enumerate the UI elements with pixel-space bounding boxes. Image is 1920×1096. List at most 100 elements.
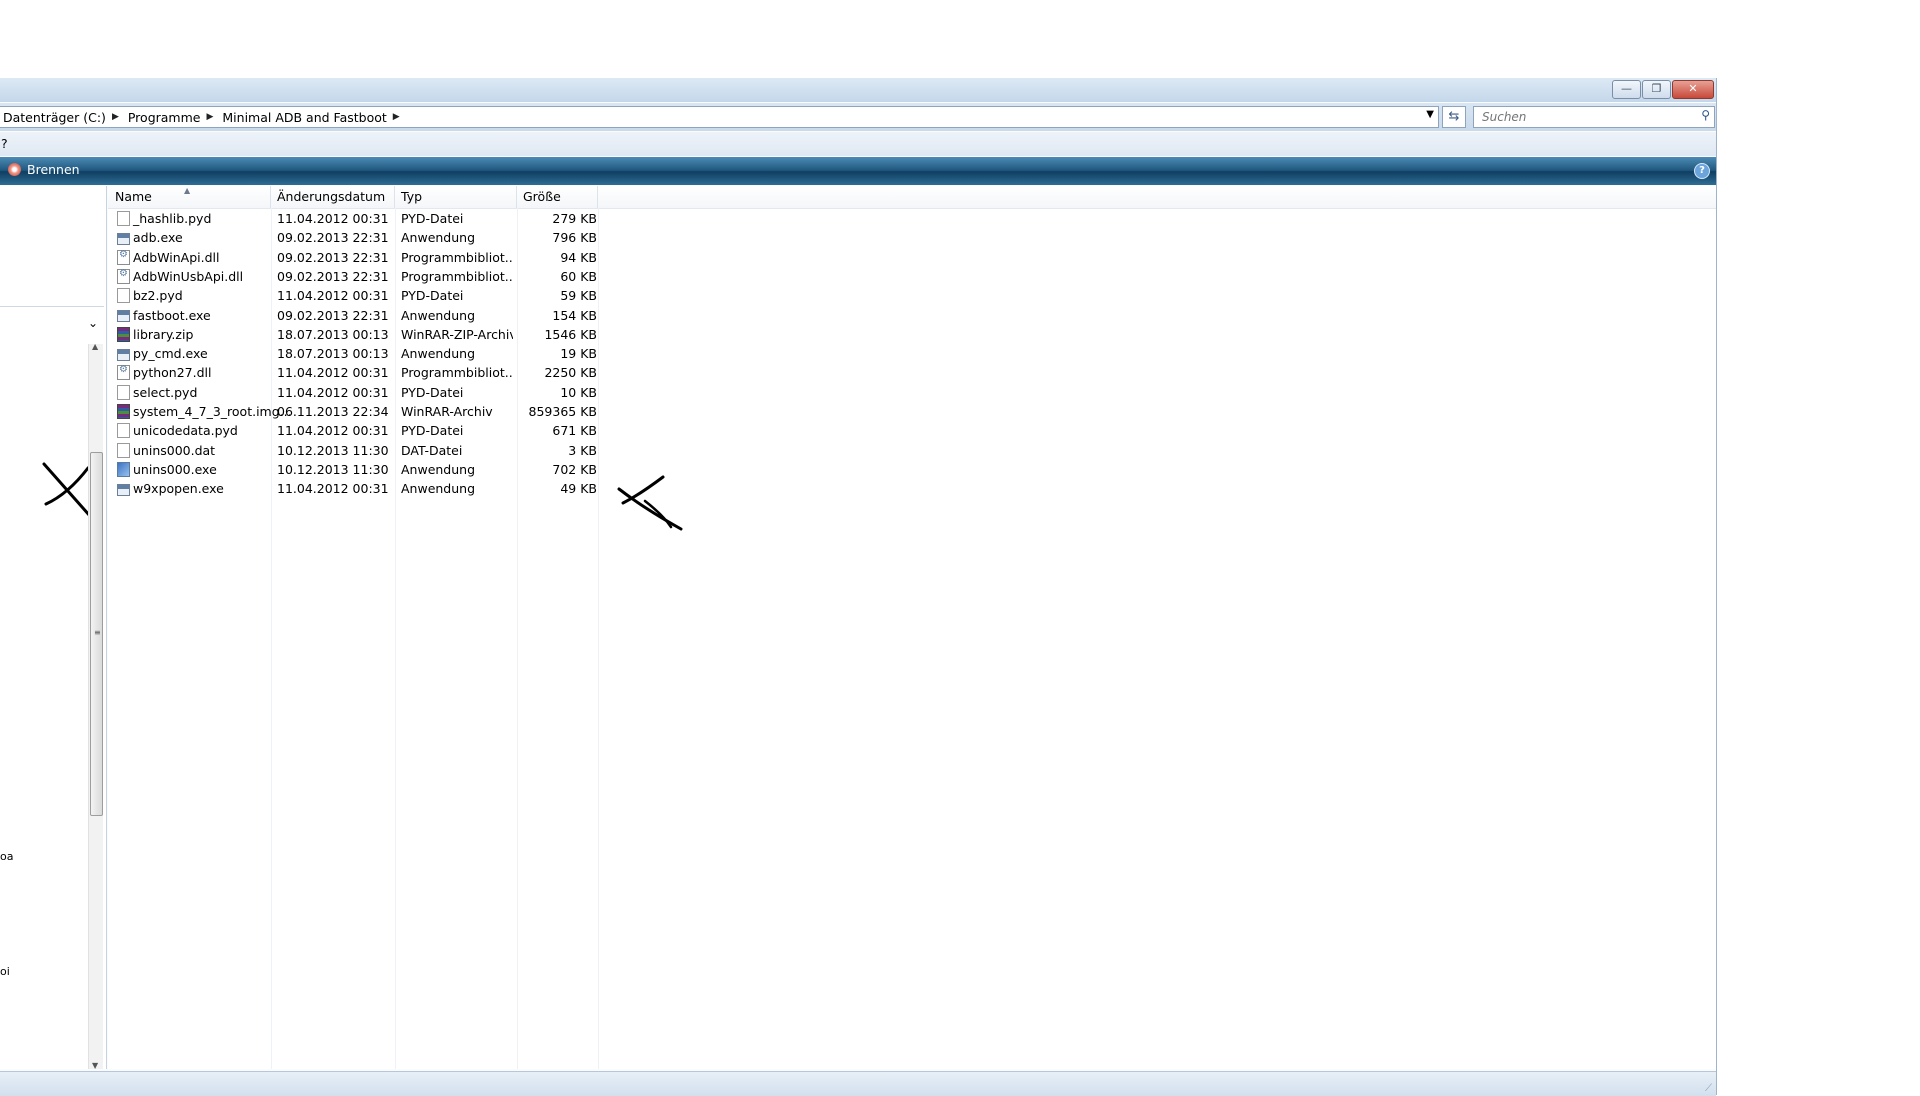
table-row[interactable]: unins000.exe 10.12.2013 11:30 Anwendung 702… bbox=[108, 461, 598, 480]
file-date: 11.04.2012 00:31 bbox=[277, 384, 389, 400]
file-date: 06.11.2013 22:34 bbox=[277, 404, 389, 419]
table-row[interactable]: library.zip 18.07.2013 00:13 WinRAR-ZIP-Ar… bbox=[108, 326, 598, 345]
file-name: _hashlib.pyd bbox=[133, 211, 212, 226]
column-size[interactable]: Größe bbox=[517, 186, 598, 208]
file-date: 10.12.2013 11:30 bbox=[277, 461, 389, 477]
column-headers: Name ▲ Änderungsdatum Typ Größe bbox=[108, 186, 1716, 209]
file-date: 18.07.2013 00:13 bbox=[277, 346, 389, 362]
scroll-up-icon[interactable]: ▲ bbox=[92, 342, 98, 351]
search-input[interactable] bbox=[1480, 107, 1684, 127]
search-box[interactable]: ⚲ bbox=[1473, 106, 1715, 128]
file-name: AdbWinApi.dll bbox=[133, 249, 220, 265]
table-row[interactable]: AdbWinUsbApi.dll 09.02.2013 22:31 Programm… bbox=[108, 268, 598, 287]
document-icon bbox=[117, 423, 130, 439]
column-divider bbox=[598, 208, 599, 1069]
file-name: library.zip bbox=[133, 326, 194, 342]
file-name: unicodedata.pyd bbox=[133, 423, 238, 439]
title-bar[interactable]: — ❐ ✕ bbox=[0, 78, 1716, 102]
status-bar: ⟋ bbox=[0, 1071, 1716, 1096]
nav-text-fragment[interactable]: oi bbox=[0, 965, 10, 978]
burn-label: Brennen bbox=[27, 162, 80, 177]
exe-icon bbox=[117, 348, 130, 361]
file-type: Anwendung bbox=[401, 307, 476, 323]
nav-text-fragment[interactable]: oa bbox=[0, 850, 13, 863]
column-date[interactable]: Änderungsdatum bbox=[271, 186, 395, 208]
file-date: 09.02.2013 22:31 bbox=[277, 307, 389, 323]
breadcrumb-drive[interactable]: Datenträger (C:) bbox=[0, 110, 110, 125]
breadcrumb-arrow-icon[interactable]: ▶ bbox=[204, 112, 219, 122]
table-row[interactable]: bz2.pyd 11.04.2012 00:31 PYD-Datei 59 KB bbox=[108, 287, 598, 306]
column-type[interactable]: Typ bbox=[395, 186, 517, 208]
file-type: PYD-Datei bbox=[401, 384, 464, 400]
file-type: PYD-Datei bbox=[401, 211, 464, 226]
scroll-thumb[interactable]: ≡ bbox=[90, 452, 103, 816]
address-dropdown-icon[interactable]: ▼ bbox=[1426, 109, 1434, 120]
file-name: unins000.dat bbox=[133, 442, 216, 458]
table-row[interactable]: unicodedata.pyd 11.04.2012 00:31 PYD-Datei… bbox=[108, 422, 598, 441]
document-icon bbox=[117, 288, 130, 304]
burn-button[interactable]: Brennen bbox=[8, 162, 80, 177]
scroll-down-icon[interactable]: ▼ bbox=[92, 1061, 98, 1070]
explorer-window: — ❐ ✕ Datenträger (C:) ▶ Programme ▶ Min… bbox=[0, 78, 1717, 1096]
table-row[interactable]: _hashlib.pyd 11.04.2012 00:31 PYD-Datei 279… bbox=[108, 210, 598, 229]
dll-icon bbox=[117, 365, 130, 381]
file-size: 94 KB bbox=[560, 249, 597, 265]
file-name: py_cmd.exe bbox=[133, 346, 208, 362]
file-type: WinRAR-Archiv bbox=[401, 404, 493, 419]
table-row[interactable]: w9xpopen.exe 11.04.2012 00:31 Anwendung 49 … bbox=[108, 480, 598, 499]
file-list-pane: Name ▲ Änderungsdatum Typ Größe _hashlib… bbox=[108, 186, 1716, 1069]
table-row[interactable]: fastboot.exe 09.02.2013 22:31 Anwendung 154… bbox=[108, 307, 598, 326]
file-type: Anwendung bbox=[401, 481, 476, 497]
file-size: 859365 KB bbox=[528, 404, 597, 419]
column-name[interactable]: Name ▲ bbox=[108, 186, 271, 208]
file-size: 60 KB bbox=[560, 268, 597, 284]
setup-icon bbox=[117, 461, 130, 477]
file-size: 671 KB bbox=[552, 423, 597, 439]
minimize-button[interactable]: — bbox=[1612, 80, 1641, 99]
table-row[interactable]: py_cmd.exe 18.07.2013 00:13 Anwendung 19 KB bbox=[108, 345, 598, 364]
help-icon[interactable]: ? bbox=[1694, 163, 1710, 179]
file-type: PYD-Datei bbox=[401, 288, 464, 304]
file-size: 1546 KB bbox=[544, 326, 597, 342]
table-row[interactable]: python27.dll 11.04.2012 00:31 Programmbibl… bbox=[108, 364, 598, 383]
table-row[interactable]: adb.exe 09.02.2013 22:31 Anwendung 796 KB bbox=[108, 229, 598, 248]
table-row[interactable]: AdbWinApi.dll 09.02.2013 22:31 Programmbib… bbox=[108, 249, 598, 268]
file-date: 11.04.2012 00:31 bbox=[277, 365, 389, 381]
file-date: 09.02.2013 22:31 bbox=[277, 268, 389, 284]
address-bar[interactable]: Datenträger (C:) ▶ Programme ▶ Minimal A… bbox=[0, 106, 1439, 128]
file-date: 11.04.2012 00:31 bbox=[277, 211, 389, 226]
exe-icon bbox=[117, 232, 130, 245]
winrar-icon bbox=[117, 404, 130, 419]
breadcrumb-folder[interactable]: Minimal ADB and Fastboot bbox=[219, 110, 390, 125]
sort-ascending-icon: ▲ bbox=[184, 186, 191, 195]
breadcrumb-arrow-icon[interactable]: ▶ bbox=[110, 112, 125, 122]
dll-icon bbox=[117, 268, 130, 284]
breadcrumb-programme[interactable]: Programme bbox=[125, 110, 205, 125]
close-button[interactable]: ✕ bbox=[1672, 80, 1714, 99]
chevron-down-icon[interactable]: ⌄ bbox=[88, 316, 98, 330]
file-type: Programmbibliot... bbox=[401, 268, 513, 284]
resize-grip-icon[interactable]: ⟋ bbox=[1705, 1083, 1712, 1094]
table-row[interactable]: select.pyd 11.04.2012 00:31 PYD-Datei 10 KB bbox=[108, 384, 598, 403]
refresh-icon[interactable]: ⇆ bbox=[1442, 106, 1466, 128]
file-date: 11.04.2012 00:31 bbox=[277, 481, 389, 497]
file-date: 11.04.2012 00:31 bbox=[277, 423, 389, 439]
menu-help[interactable]: ? bbox=[1, 136, 8, 151]
file-size: 702 KB bbox=[552, 461, 597, 477]
table-row[interactable]: unins000.dat 10.12.2013 11:30 DAT-Datei 3 K… bbox=[108, 442, 598, 461]
file-name: adb.exe bbox=[133, 230, 183, 246]
file-date: 09.02.2013 22:31 bbox=[277, 249, 389, 265]
file-name: python27.dll bbox=[133, 365, 212, 381]
cross-mark-right bbox=[617, 475, 683, 531]
table-row[interactable]: system_4_7_3_root.img... 06.11.2013 22:34… bbox=[108, 403, 598, 422]
file-size: 3 KB bbox=[568, 442, 597, 458]
column-name-label: Name bbox=[115, 189, 152, 204]
winrar-icon bbox=[117, 326, 130, 342]
search-icon[interactable]: ⚲ bbox=[1701, 108, 1710, 122]
breadcrumb-arrow-icon[interactable]: ▶ bbox=[391, 112, 406, 122]
document-icon bbox=[117, 211, 130, 226]
maximize-button[interactable]: ❐ bbox=[1642, 80, 1671, 99]
nav-scrollbar[interactable]: ▲ ≡ ▼ bbox=[88, 342, 103, 1070]
file-date: 18.07.2013 00:13 bbox=[277, 326, 389, 342]
file-name: fastboot.exe bbox=[133, 307, 211, 323]
